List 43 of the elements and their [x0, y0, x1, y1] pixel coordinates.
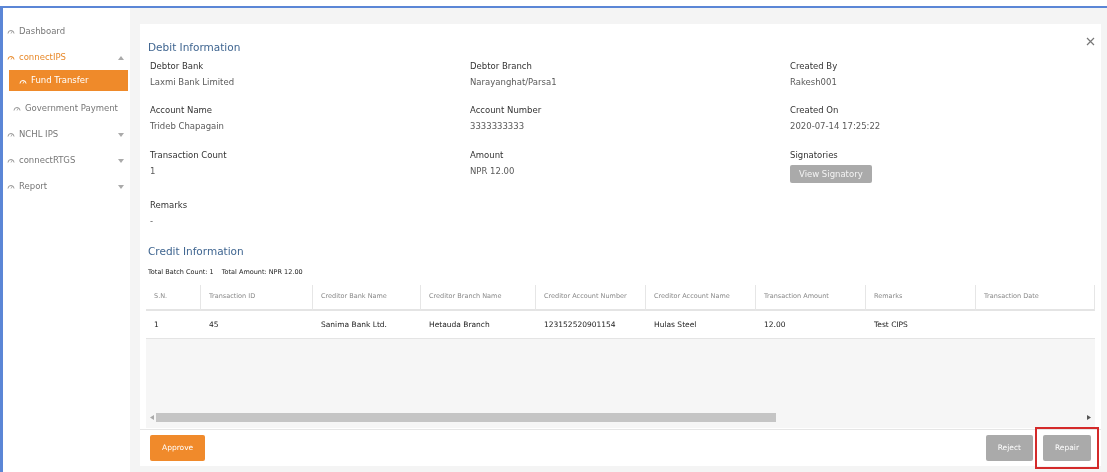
field-label: Debtor Branch: [470, 59, 533, 73]
sidebar-item[interactable]: NCHL IPS: [3, 121, 130, 147]
field-value: Trideb Chapagain: [150, 120, 225, 133]
field-label: Transaction Count: [150, 148, 228, 162]
gauge-icon: [7, 183, 15, 189]
close-icon: [1086, 37, 1095, 46]
field-value: NPR 12.00: [470, 164, 516, 178]
field-label: Created By: [790, 59, 839, 73]
gauge-icon: [7, 28, 15, 34]
caret-icon: [118, 183, 124, 189]
sidebar-item[interactable]: connectIPS: [3, 44, 130, 70]
section-title: Credit Information: [147, 243, 245, 259]
field-value: Narayanghat/Parsa1: [470, 75, 558, 89]
caret-icon: [118, 54, 124, 60]
gauge-icon: [7, 131, 15, 137]
field-value: -: [150, 215, 155, 228]
gauge-icon: [13, 105, 21, 111]
gauge-icon: [7, 54, 15, 60]
field-value: 3333333333: [470, 120, 526, 133]
view-signatory-button[interactable]: View Signatory: [790, 164, 872, 184]
field-label: Signatories: [790, 148, 839, 162]
sidebar-item[interactable]: Dashboard: [3, 18, 130, 44]
sidebar-item[interactable]: connectRTGS: [3, 147, 130, 173]
gauge-icon: [7, 157, 15, 163]
gauge-icon: [19, 77, 27, 84]
field-label: Remarks: [150, 199, 189, 212]
caret-icon: [118, 157, 124, 163]
field-value: 2020-07-14 17:25:22: [790, 120, 882, 133]
field-label: Amount: [470, 148, 505, 162]
field-value: Laxmi Bank Limited: [150, 75, 236, 89]
scroll-right-icon: [1087, 414, 1091, 420]
caret-icon: [118, 131, 124, 137]
field-label: Created On: [790, 104, 840, 117]
sidebar-item[interactable]: Report: [3, 173, 130, 199]
field-value: 1: [150, 164, 157, 178]
section-title: Debit Information: [147, 40, 242, 55]
field-label: Account Number: [470, 104, 543, 117]
field-value: Rakesh001: [790, 75, 838, 89]
sidebar-item[interactable]: Government Payment: [3, 95, 130, 121]
field-label: Account Name: [150, 104, 214, 117]
field-label: Debtor Bank: [150, 59, 205, 73]
scroll-left-icon: [150, 414, 154, 420]
sidebar-item[interactable]: Fund Transfer: [9, 70, 128, 91]
